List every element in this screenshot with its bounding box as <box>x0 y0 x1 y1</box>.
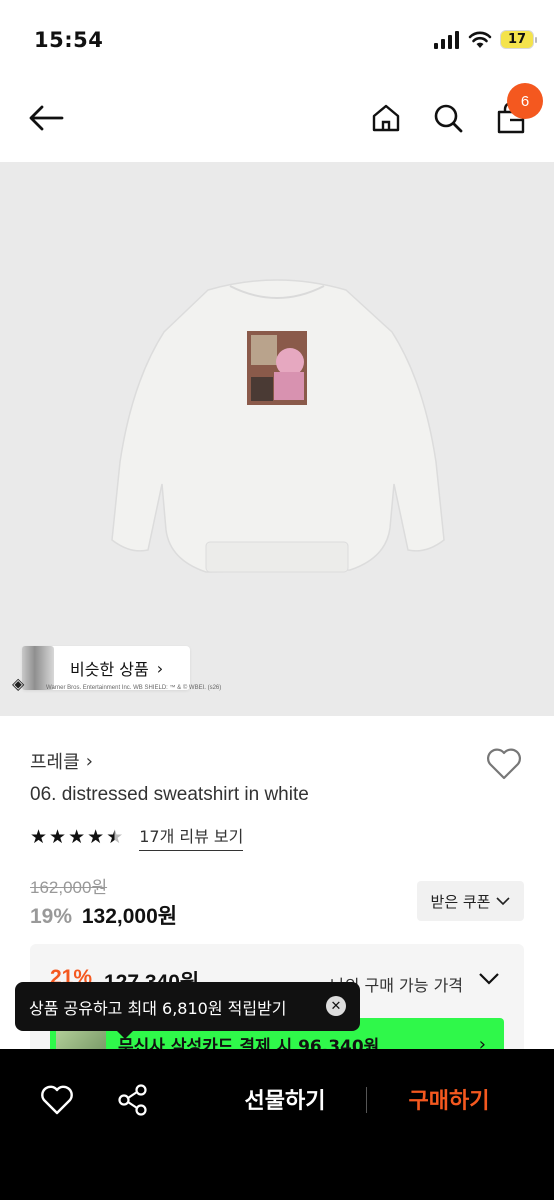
wifi-icon <box>468 31 492 48</box>
search-icon <box>434 104 463 133</box>
review-link[interactable]: 17개 리뷰 보기 <box>139 823 244 851</box>
star-icon: ★ <box>68 825 86 848</box>
sale-price-row: 19% 132,000원 <box>30 900 177 930</box>
chevron-down-icon <box>479 973 499 985</box>
similar-products-chip[interactable]: 비슷한 상품 › <box>22 646 190 690</box>
close-icon[interactable]: ✕ <box>326 996 346 1016</box>
home-icon <box>372 104 400 132</box>
top-nav <box>0 80 554 162</box>
heart-icon <box>41 1085 73 1115</box>
status-indicators: 17 <box>434 30 537 49</box>
star-icon: ★ <box>30 825 48 848</box>
toast-pointer <box>116 1030 134 1039</box>
home-button[interactable] <box>366 98 406 138</box>
product-image[interactable]: 비슷한 상품 › ◈ Warner Bros. Entertainment In… <box>0 162 554 716</box>
signal-icon <box>434 30 459 49</box>
similar-products-label: 비슷한 상품 <box>70 660 149 679</box>
half-star-icon: ★ <box>106 825 124 848</box>
chevron-right-icon: › <box>156 658 164 678</box>
bottom-action-bar: 선물하기 구매하기 <box>0 1049 554 1200</box>
wb-shield-logo: ◈ <box>12 674 25 693</box>
received-coupon-button[interactable]: 받은 쿠폰 <box>417 881 524 921</box>
buy-button[interactable]: 구매하기 <box>388 1083 510 1115</box>
cart-count-badge: 6 <box>507 83 543 119</box>
star-icon: ★ <box>87 825 105 848</box>
copyright-text: Warner Bros. Entertainment Inc. WB SHIEL… <box>46 685 222 691</box>
chevron-right-icon: › <box>85 750 93 772</box>
original-price: 162,000원 <box>30 878 108 897</box>
discount-rate: 19% <box>30 905 73 928</box>
status-time: 15:54 <box>34 28 104 52</box>
status-bar: 15:54 17 <box>0 0 554 80</box>
star-icon: ★ <box>49 825 67 848</box>
rating-row: ★ ★ ★ ★ ★ 17개 리뷰 보기 <box>30 823 244 851</box>
sweatshirt-image <box>111 279 445 573</box>
bottom-bar-divider <box>366 1087 367 1113</box>
product-name: 06. distressed sweatshirt in white <box>30 784 309 805</box>
heart-icon <box>487 748 521 780</box>
share-reward-toast[interactable]: 상품 공유하고 최대 6,810원 적립받기 ✕ <box>15 982 360 1031</box>
search-button[interactable] <box>428 98 468 138</box>
toast-text: 상품 공유하고 최대 6,810원 적립받기 <box>29 998 287 1018</box>
coupon-label: 받은 쿠폰 <box>430 892 491 911</box>
share-button[interactable] <box>114 1081 152 1119</box>
sale-price: 132,000원 <box>81 905 178 928</box>
gift-button[interactable]: 선물하기 <box>220 1083 350 1115</box>
brand-link[interactable]: 프레클 › <box>30 748 93 774</box>
similar-product-thumbnail <box>22 646 54 690</box>
bottom-like-button[interactable] <box>38 1081 76 1119</box>
share-icon <box>118 1084 147 1116</box>
like-button[interactable] <box>484 744 524 784</box>
arrow-left-icon <box>29 105 64 131</box>
battery-indicator: 17 <box>500 30 537 49</box>
chevron-down-icon <box>496 897 511 906</box>
brand-name: 프레클 <box>30 752 80 773</box>
back-button[interactable] <box>26 98 66 138</box>
